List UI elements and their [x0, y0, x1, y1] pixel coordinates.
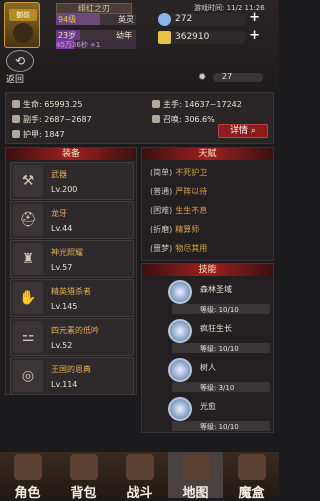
energy-icon: ✹: [198, 72, 207, 83]
nav-bag[interactable]: 背包: [56, 452, 111, 501]
gems-counter: 272 +: [158, 11, 260, 26]
gold-value: 362910: [175, 32, 210, 42]
nav-character[interactable]: 角色: [0, 452, 55, 501]
dagger-icon: [12, 115, 20, 123]
equip-slot-armor[interactable]: ♜ 神光照耀 Lv.57: [10, 240, 134, 278]
talent-panel: 天赋 (简单) 不死护卫 (普通) 严阵以待 (困难) 生生不息 (折磨) 精算师 (噩…: [141, 147, 274, 261]
stat-main-hand: 主手: 14637~17242: [152, 99, 242, 110]
talent-row[interactable]: (简单) 不死护卫: [150, 167, 207, 178]
energy-bar: [213, 73, 263, 82]
level-text: 94级: [58, 15, 77, 24]
equip-slot-ring[interactable]: ◎ 王国的恩典 Lv.114: [10, 357, 134, 395]
equipment-panel: 装备 ⚒ 武器 Lv.200 ⛑ 龙牙 Lv.44 ♜ 神光照耀 Lv.57 ✋ 精英猎杀者 L…: [5, 147, 137, 395]
axe-icon: ⚒: [13, 165, 43, 197]
skill-icon: [168, 319, 192, 343]
skill-item[interactable]: 树人 等级: 3/10: [168, 356, 272, 394]
details-button[interactable]: 详情 ⌕: [218, 124, 268, 138]
heart-icon: [12, 100, 20, 108]
nav-battle[interactable]: 战斗: [112, 452, 167, 501]
boots-icon: ⚍: [13, 321, 43, 353]
summon-icon: [152, 115, 160, 123]
talent-row[interactable]: (噩梦) 物尽其用: [150, 243, 207, 254]
back-arrow-icon: ⟲: [14, 54, 26, 68]
add-gold-button[interactable]: +: [249, 29, 260, 42]
energy-value: 27: [222, 72, 233, 81]
gem-icon: [158, 13, 171, 26]
equip-slot-boots[interactable]: ⚍ 四元素的低吟 Lv.52: [10, 318, 134, 356]
stat-summon: 召唤: 306.6%: [152, 114, 215, 125]
equip-slot-gloves[interactable]: ✋ 精英猎杀者 Lv.145: [10, 279, 134, 317]
talent-row[interactable]: (困难) 生生不息: [150, 205, 207, 216]
sword-icon: [152, 100, 160, 108]
equip-slot-helm[interactable]: ⛑ 龙牙 Lv.44: [10, 201, 134, 239]
bag-icon: [70, 454, 98, 480]
back-label: 返回: [6, 75, 25, 85]
skill-panel: 技能 森林圣域 等级: 10/10 疯狂生长 等级: 10/10 树人 等级: 3/1…: [141, 263, 274, 433]
helmet-icon: ⛑: [13, 204, 43, 236]
stat-armor: 护甲: 1847: [12, 129, 65, 140]
skill-icon: [168, 397, 192, 421]
character-title: 绯红之刃: [56, 3, 132, 14]
avatar-face: [13, 23, 33, 43]
stat-off-hand: 副手: 2687~2687: [12, 114, 92, 125]
back-button[interactable]: ⟲: [6, 50, 34, 72]
talent-title: 天赋: [142, 148, 273, 160]
gems-value: 272: [175, 14, 193, 24]
talent-row[interactable]: (折磨) 精算师: [150, 224, 199, 235]
equip-slot-weapon[interactable]: ⚒ 武器 Lv.200: [10, 162, 134, 200]
rank-badge: 御前: [9, 9, 37, 21]
bottom-nav: 角色 背包 战斗 地图 魔盒: [0, 452, 279, 501]
map-icon: [182, 454, 210, 480]
skill-item[interactable]: 光愈 等级: 10/10: [168, 395, 272, 433]
skill-item[interactable]: 森林圣域 等级: 10/10: [168, 278, 272, 316]
skill-icon: [168, 280, 192, 304]
nav-map[interactable]: 地图: [168, 452, 223, 501]
stat-hp: 生命: 65993.25: [12, 99, 82, 110]
character-avatar[interactable]: 御前: [4, 2, 40, 48]
skill-title: 技能: [142, 264, 273, 276]
ring-icon: ◎: [13, 360, 43, 392]
gold-counter: 362910 +: [158, 29, 260, 44]
equipment-title: 装备: [6, 148, 136, 160]
shield-icon: [12, 130, 20, 138]
gold-icon: [158, 31, 171, 44]
talent-row[interactable]: (普通) 严阵以待: [150, 186, 207, 197]
nav-magic-box[interactable]: 魔盒: [224, 452, 279, 501]
search-icon: ⌕: [250, 126, 256, 136]
class-text: 英灵: [118, 15, 134, 24]
character-icon: [14, 454, 42, 480]
skill-icon: [168, 358, 192, 382]
xp-text: 45万36秒 +1: [56, 41, 101, 49]
box-icon: [238, 454, 266, 480]
gloves-icon: ✋: [13, 282, 43, 314]
armor-icon: ♜: [13, 243, 43, 275]
skill-item[interactable]: 疯狂生长 等级: 10/10: [168, 317, 272, 355]
swords-icon: [126, 454, 154, 480]
add-gems-button[interactable]: +: [249, 11, 260, 24]
